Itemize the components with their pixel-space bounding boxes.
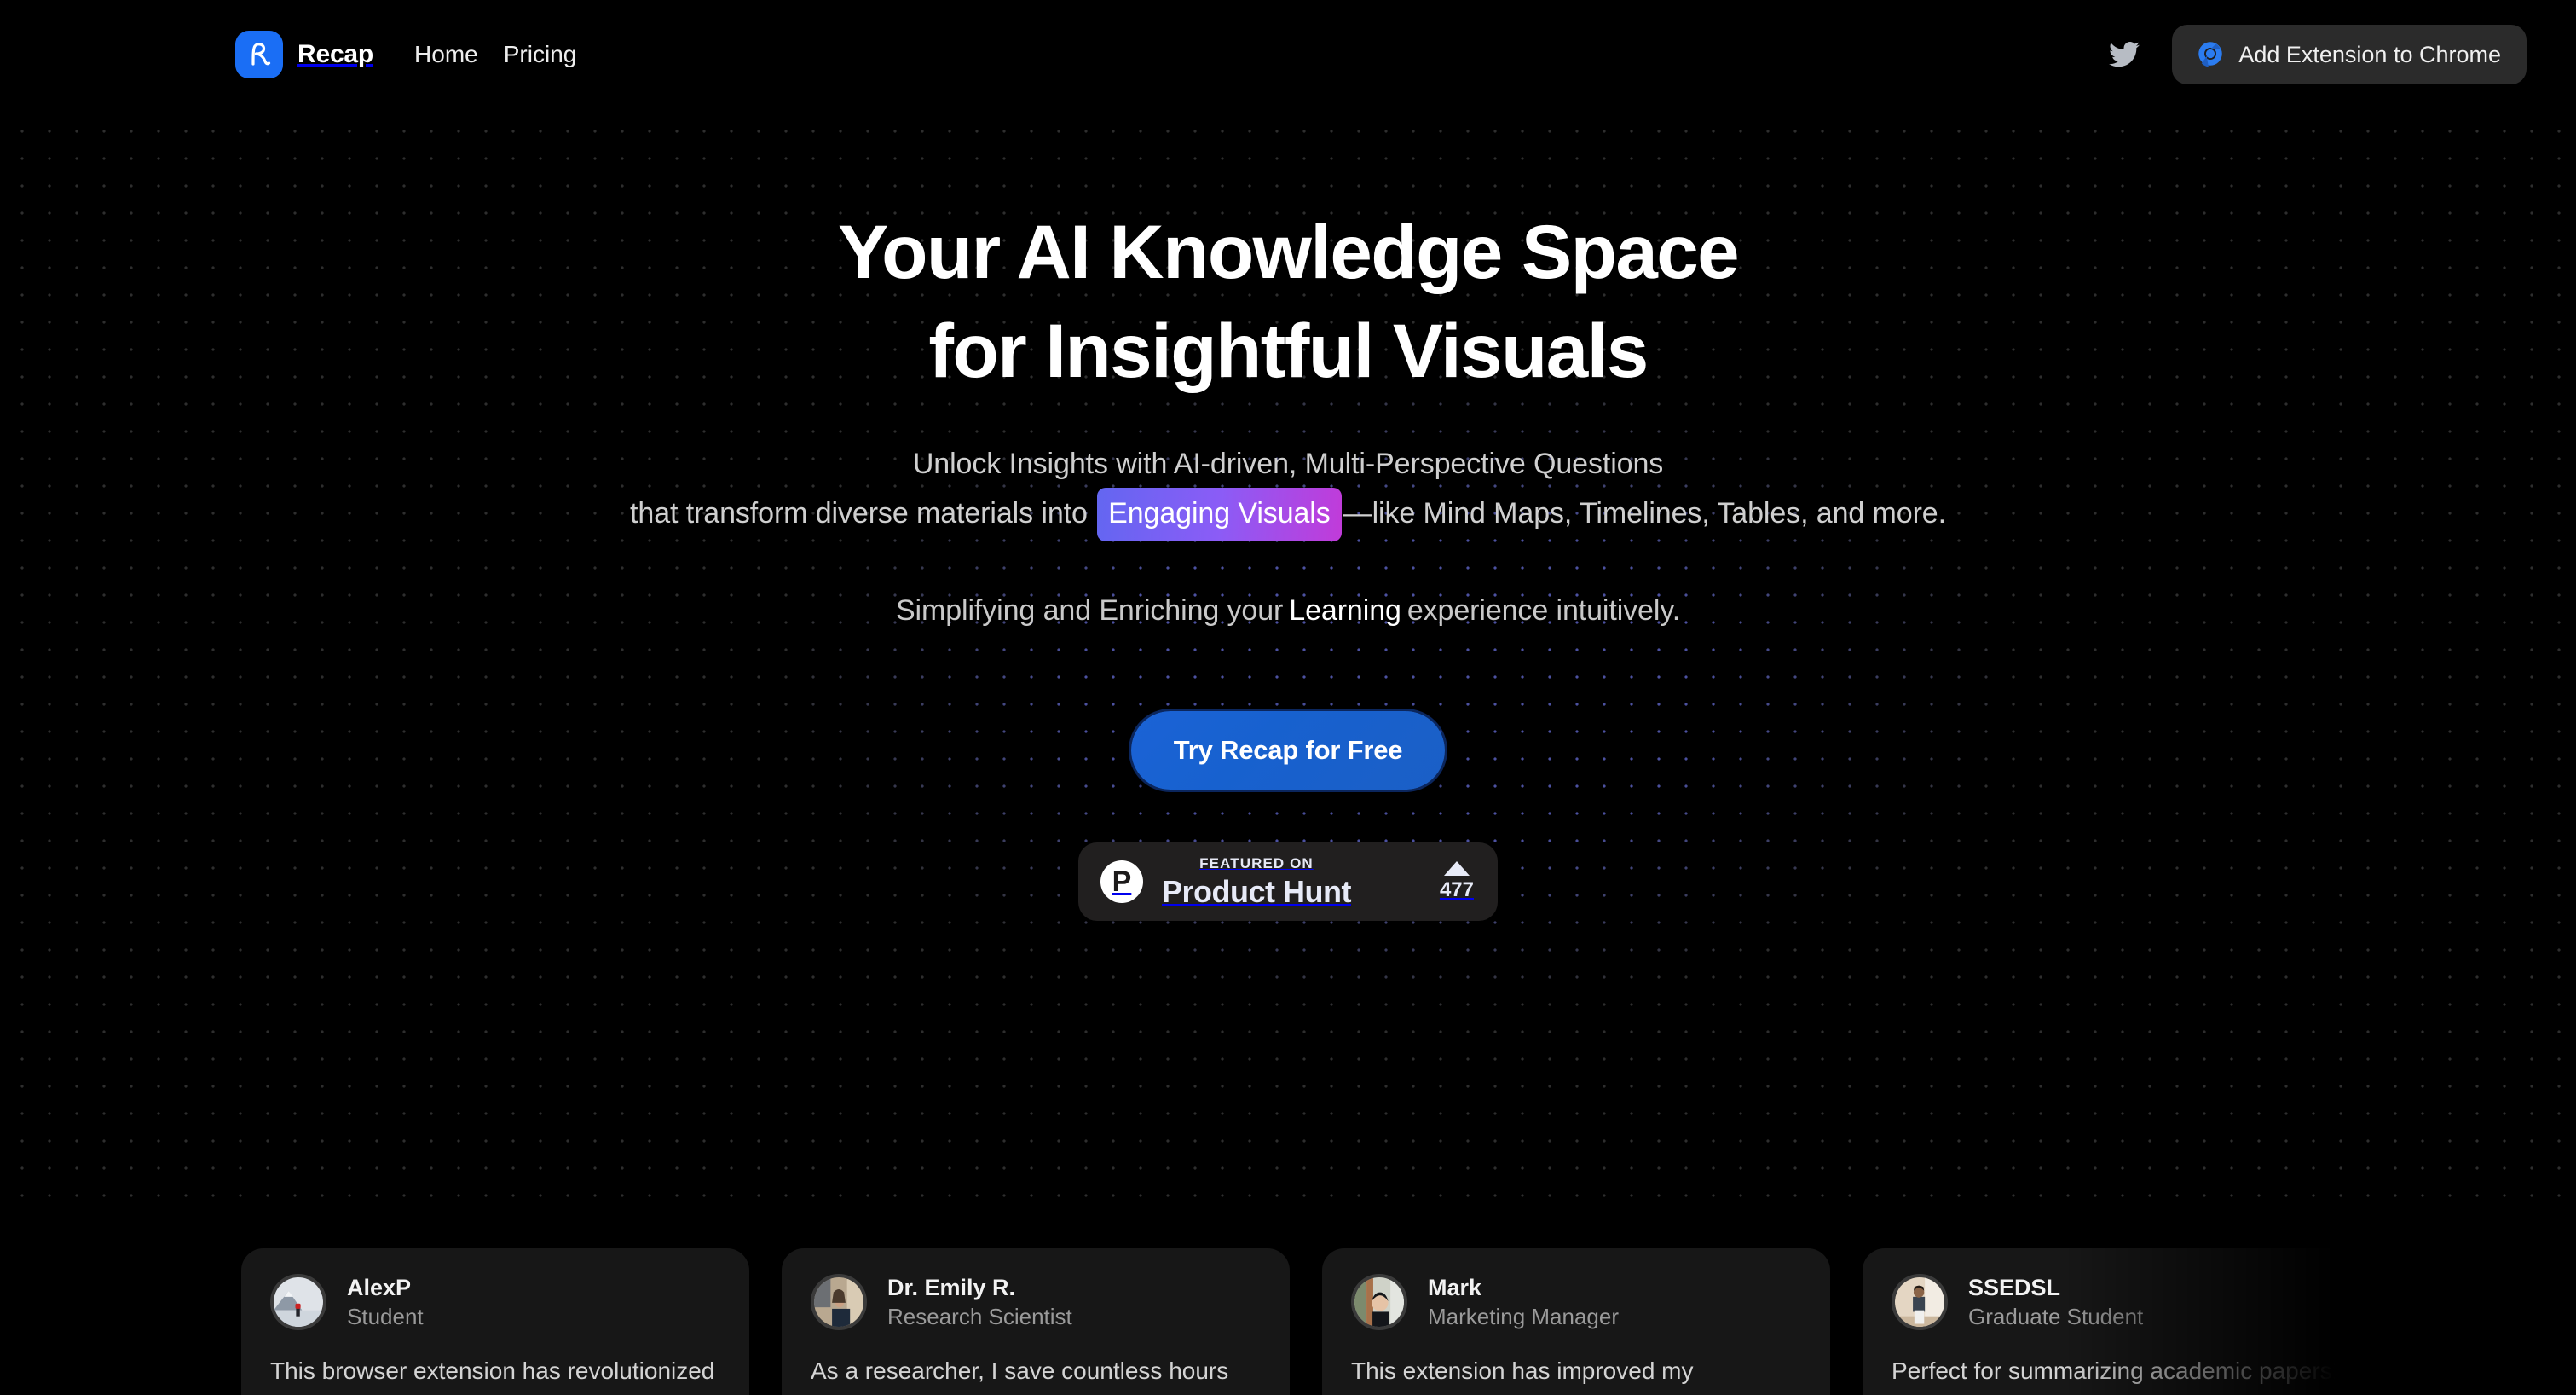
product-hunt-title: Product Hunt (1162, 874, 1351, 910)
testimonial-role: Graduate Student (1968, 1303, 2144, 1329)
testimonial-header: Mark Marketing Manager (1351, 1274, 1801, 1330)
brand-name: Recap (297, 40, 374, 68)
avatar (270, 1274, 326, 1330)
hero-tagline: Simplifying and Enriching your Learning ex… (0, 594, 2576, 628)
testimonial-quote: This browser extension has revolutionize… (270, 1357, 715, 1384)
subtitle-line-2: that transform diverse materials into En… (0, 487, 2576, 542)
nav-item-home[interactable]: Home (414, 41, 478, 68)
subtitle-line-2-after: —like Mind Maps, Timelines, Tables, and … (1343, 496, 1946, 530)
testimonial-name: AlexP (347, 1275, 412, 1301)
product-hunt-container: P FEATURED ON Product Hunt 477 (0, 842, 2576, 922)
twitter-icon[interactable] (2105, 36, 2143, 73)
product-hunt-upvote: 477 (1440, 861, 1474, 902)
top-navbar: Recap Home Pricing Add Extension to Chro… (0, 0, 2576, 109)
testimonials-carousel[interactable]: AlexP Student This browser extension has… (0, 1248, 2576, 1395)
tagline-emphasis: Learning (1289, 594, 1401, 628)
table-row[interactable]: SSEDSL Graduate Student Perfect for summ… (1863, 1248, 2371, 1395)
cta-container: Try Recap for Free (0, 711, 2576, 790)
testimonial-name: Dr. Emily R. (887, 1275, 1016, 1301)
hero-subtitle: Unlock Insights with AI-driven, Multi-Pe… (0, 441, 2576, 542)
testimonial-meta: SSEDSL Graduate Student (1968, 1276, 2143, 1328)
nav-item-pricing[interactable]: Pricing (504, 41, 577, 68)
avatar (811, 1274, 867, 1330)
headline-line-1: Your AI Knowledge Space (837, 209, 1740, 294)
testimonial-role: Student (347, 1303, 424, 1329)
upvote-triangle-icon (1443, 861, 1470, 877)
navbar-left-group: Recap Home Pricing (235, 31, 576, 78)
testimonial-meta: Mark Marketing Manager (1428, 1276, 1619, 1328)
landing-page: Recap Home Pricing Add Extension to Chro… (0, 0, 2576, 1395)
navbar-right-group: Add Extension to Chrome (2105, 25, 2527, 84)
product-hunt-text: FEATURED ON Product Hunt (1162, 856, 1351, 907)
product-hunt-badge[interactable]: P FEATURED ON Product Hunt 477 (1078, 842, 1498, 922)
testimonial-meta: Dr. Emily R. Research Scientist (887, 1276, 1072, 1328)
primary-nav: Home Pricing (414, 41, 576, 68)
engaging-visuals-highlight: Engaging Visuals (1097, 487, 1342, 542)
headline-line-2: for Insightful Visuals (928, 307, 1649, 393)
testimonial-header: Dr. Emily R. Research Scientist (811, 1274, 1261, 1330)
testimonial-name: Mark (1428, 1275, 1482, 1301)
subtitle-line-2-before: that transform diverse materials into (630, 496, 1088, 530)
testimonials-section: AlexP Student This browser extension has… (0, 1248, 2576, 1395)
recap-logo-icon (235, 31, 283, 78)
testimonial-quote: Perfect for summarizing academic papers! (1892, 1357, 2339, 1384)
tagline-after: experience intuitively. (1406, 594, 1681, 628)
table-row[interactable]: Dr. Emily R. Research Scientist As a res… (782, 1248, 1290, 1395)
add-extension-to-chrome-button[interactable]: Add Extension to Chrome (2172, 25, 2527, 84)
avatar (1892, 1274, 1948, 1330)
avatar (1351, 1274, 1407, 1330)
table-row[interactable]: AlexP Student This browser extension has… (241, 1248, 749, 1395)
testimonial-header: AlexP Student (270, 1274, 720, 1330)
product-hunt-featured-label: FEATURED ON (1199, 855, 1314, 872)
page-title: Your AI Knowledge Space for Insightful V… (0, 203, 2576, 400)
try-recap-for-free-button[interactable]: Try Recap for Free (1130, 711, 1446, 790)
testimonial-quote: This extension has improved my (1351, 1357, 1694, 1384)
testimonial-meta: AlexP Student (347, 1276, 424, 1328)
product-hunt-logo-icon: P (1100, 860, 1143, 904)
testimonial-name: SSEDSL (1968, 1275, 2061, 1301)
tagline-before: Simplifying and Enriching your (895, 594, 1284, 628)
product-hunt-upvote-count: 477 (1439, 878, 1474, 902)
brand-logo-link[interactable]: Recap (235, 31, 373, 78)
testimonial-quote: As a researcher, I save countless hours (811, 1357, 1229, 1384)
testimonial-role: Marketing Manager (1428, 1303, 1619, 1329)
add-extension-to-chrome-label: Add Extension to Chrome (2238, 41, 2501, 67)
testimonial-role: Research Scientist (887, 1303, 1072, 1329)
chrome-icon (2198, 41, 2223, 69)
testimonial-header: SSEDSL Graduate Student (1892, 1274, 2342, 1330)
hero-content: Your AI Knowledge Space for Insightful V… (0, 109, 2576, 922)
subtitle-line-1: Unlock Insights with AI-driven, Multi-Pe… (912, 448, 1664, 481)
hero-section: Your AI Knowledge Space for Insightful V… (0, 109, 2576, 1219)
table-row[interactable]: Mark Marketing Manager This extension ha… (1322, 1248, 1830, 1395)
